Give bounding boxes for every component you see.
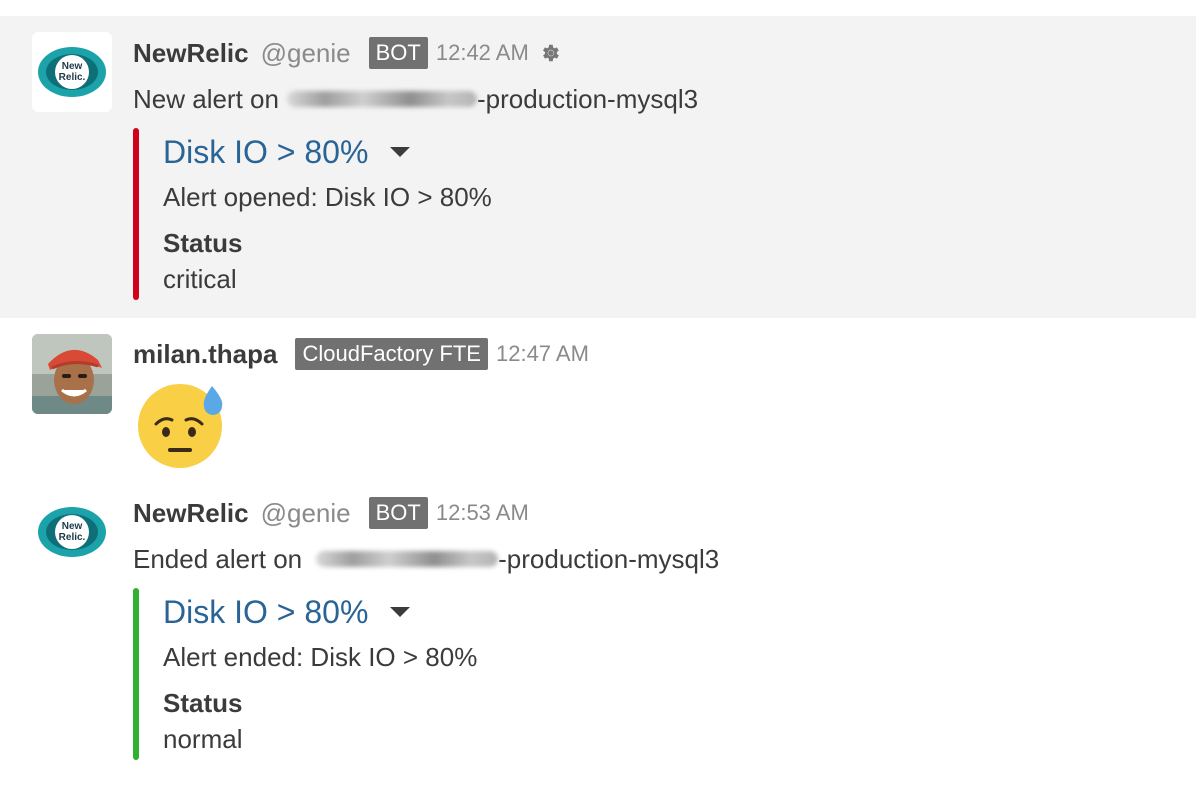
alert-attachment: Disk IO > 80% Alert ended: Disk IO > 80%… bbox=[133, 588, 833, 760]
newrelic-avatar[interactable]: New Relic. bbox=[32, 32, 112, 112]
sender-name[interactable]: milan.thapa bbox=[133, 339, 277, 370]
chevron-down-icon[interactable] bbox=[390, 607, 411, 617]
redacted-hostname bbox=[316, 551, 499, 567]
newrelic-avatar[interactable]: New Relic. bbox=[32, 492, 112, 572]
message-text: Ended alert on -production-mysql3 bbox=[133, 542, 719, 576]
attachment-color-bar bbox=[133, 588, 139, 760]
message-header: NewRelic @genie BOT 12:53 AM bbox=[133, 493, 529, 533]
message-text-suffix: -production-mysql3 bbox=[498, 543, 720, 574]
timestamp[interactable]: 12:47 AM bbox=[496, 341, 589, 367]
attachment-text: Alert ended: Disk IO > 80% bbox=[163, 642, 478, 672]
status-field-label: Status bbox=[163, 228, 243, 258]
message-newrelic-alert-ended: New Relic. NewRelic @genie BOT 12:53 AM … bbox=[0, 478, 1196, 778]
sender-handle[interactable]: @genie bbox=[261, 38, 351, 69]
bot-badge: BOT bbox=[368, 497, 428, 529]
gear-icon[interactable] bbox=[539, 42, 561, 64]
attachment-color-bar bbox=[133, 128, 139, 300]
status-field-label: Status bbox=[163, 688, 243, 718]
alert-attachment: Disk IO > 80% Alert opened: Disk IO > 80… bbox=[133, 128, 833, 300]
newrelic-logo-icon: New Relic. bbox=[38, 507, 106, 557]
newrelic-logo-icon: New Relic. bbox=[38, 47, 106, 97]
status-field-value: critical bbox=[163, 264, 237, 294]
svg-text:Relic.: Relic. bbox=[59, 72, 86, 83]
message-text-prefix: Ended alert on bbox=[133, 543, 303, 574]
svg-text:New: New bbox=[62, 61, 83, 72]
message-text: New alert on -production-mysql3 bbox=[133, 82, 698, 116]
anxious-face-with-sweat-emoji-icon[interactable] bbox=[136, 380, 226, 470]
status-field-value: normal bbox=[163, 724, 243, 754]
svg-text:New: New bbox=[62, 521, 83, 532]
svg-text:Relic.: Relic. bbox=[59, 532, 86, 543]
sender-name[interactable]: NewRelic bbox=[133, 38, 249, 69]
timestamp[interactable]: 12:53 AM bbox=[436, 500, 529, 526]
chevron-down-icon[interactable] bbox=[390, 147, 411, 157]
message-header: NewRelic @genie BOT 12:42 AM bbox=[133, 33, 561, 73]
attachment-title-link[interactable]: Disk IO > 80% bbox=[163, 594, 368, 631]
message-text-prefix: New alert on bbox=[133, 83, 279, 114]
message-text-suffix: -production-mysql3 bbox=[476, 83, 699, 114]
message-milan-thapa: milan.thapa CloudFactory FTE 12:47 AM bbox=[0, 318, 1196, 480]
attachment-title-link[interactable]: Disk IO > 80% bbox=[163, 134, 368, 171]
attachment-title[interactable]: Disk IO > 80% bbox=[163, 592, 411, 632]
timestamp[interactable]: 12:42 AM bbox=[436, 40, 529, 66]
redacted-hostname bbox=[286, 91, 477, 107]
cloudfactory-badge: CloudFactory FTE bbox=[295, 338, 488, 370]
sender-name[interactable]: NewRelic bbox=[133, 498, 249, 529]
user-avatar[interactable] bbox=[32, 334, 112, 414]
message-newrelic-alert-opened: New Relic. NewRelic @genie BOT 12:42 AM … bbox=[0, 16, 1196, 318]
bot-badge: BOT bbox=[368, 37, 428, 69]
sender-handle[interactable]: @genie bbox=[261, 498, 351, 529]
message-header: milan.thapa CloudFactory FTE 12:47 AM bbox=[133, 334, 589, 374]
attachment-title[interactable]: Disk IO > 80% bbox=[163, 132, 411, 172]
user-photo-icon bbox=[32, 334, 112, 414]
attachment-text: Alert opened: Disk IO > 80% bbox=[163, 182, 492, 212]
